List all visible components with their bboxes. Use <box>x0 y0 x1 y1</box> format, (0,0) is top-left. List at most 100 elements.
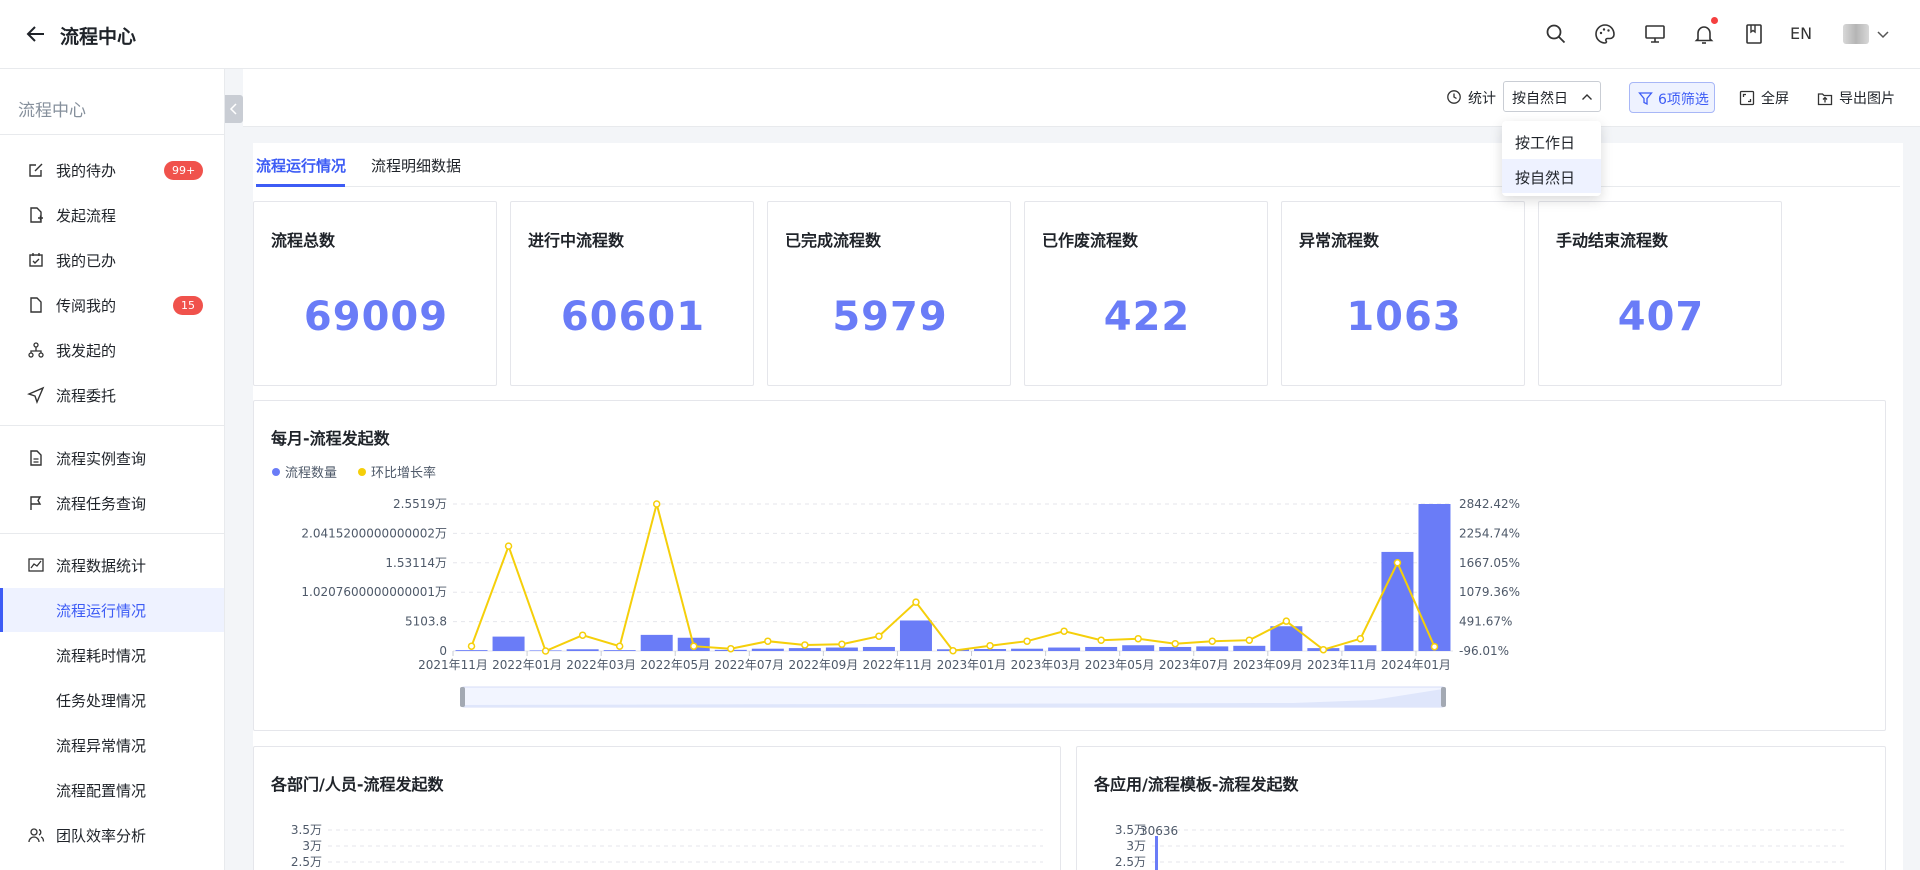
y-tick-label: 0 <box>439 644 447 658</box>
line-point <box>838 640 846 648</box>
stat-card-completed: 已完成流程数 5979 <box>767 201 1011 386</box>
divider <box>0 134 225 135</box>
book-icon[interactable] <box>1742 22 1766 46</box>
top-bar: 流程中心 EN <box>0 0 1920 69</box>
card-title: 已完成流程数 <box>785 231 882 250</box>
bar <box>455 650 488 651</box>
dropdown-option-natural-day[interactable]: 按自然日 <box>1502 159 1601 193</box>
bar <box>1418 504 1451 651</box>
y-tick-label: 2.0415200000000002万 <box>301 526 447 540</box>
sidebar-item-exceptions[interactable]: 流程异常情况 <box>0 723 224 767</box>
bar-value-label: 30636 <box>1140 824 1178 838</box>
chevron-up-icon <box>1582 94 1592 100</box>
card-value: 5979 <box>832 294 948 340</box>
bar <box>1155 836 1158 870</box>
avatar[interactable] <box>1843 24 1869 44</box>
line-point <box>1097 636 1105 644</box>
back-arrow-icon[interactable] <box>24 22 48 46</box>
y-tick-label: 3万 <box>1126 839 1146 853</box>
notification-dot <box>1711 17 1718 24</box>
filter-button[interactable]: 6项筛选 <box>1629 82 1715 113</box>
monitor-icon[interactable] <box>1643 22 1667 46</box>
dropdown-option-workday[interactable]: 按工作日 <box>1502 124 1601 158</box>
bar <box>1011 648 1044 651</box>
language-switch[interactable]: EN <box>1790 24 1812 43</box>
line-point <box>1208 637 1217 645</box>
x-tick-label: 2021年11月 <box>418 658 488 672</box>
line-point <box>467 642 476 650</box>
x-tick-label: 2023年03月 <box>1011 658 1081 672</box>
bar <box>1196 646 1229 651</box>
sidebar-item-label: 流程配置情况 <box>56 782 147 800</box>
file-add-icon <box>30 207 43 223</box>
sidebar-item-task-query[interactable]: 流程任务查询 <box>0 481 224 525</box>
bar <box>825 647 858 651</box>
filter-icon <box>1638 92 1653 106</box>
fullscreen-button[interactable]: 全屏 <box>1739 82 1794 113</box>
y2-tick-label: 2254.74% <box>1459 526 1520 540</box>
stat-period-select[interactable]: 按自然日 <box>1503 81 1601 112</box>
sidebar-item-config[interactable]: 流程配置情况 <box>0 768 224 812</box>
bar <box>1085 646 1118 651</box>
stat-card-in-progress: 进行中流程数 60601 <box>510 201 754 386</box>
y-tick-label: 2.5万 <box>291 855 322 869</box>
palette-icon[interactable] <box>1593 22 1617 46</box>
x-tick-label: 2022年07月 <box>714 658 784 672</box>
bar <box>640 634 673 651</box>
sidebar-item-delegate[interactable]: 流程委托 <box>0 373 224 417</box>
sidebar-item-label: 流程异常情况 <box>56 737 147 755</box>
sidebar-title: 流程中心 <box>18 101 86 121</box>
sidebar-item-instance-query[interactable]: 流程实例查询 <box>0 436 224 480</box>
tab-detail-data[interactable]: 流程明细数据 <box>371 155 461 176</box>
dept-chart: 3.5万 3万 2.5万 <box>291 823 1043 869</box>
line-point <box>689 642 698 650</box>
sidebar-item-my-done[interactable]: 我的已办 <box>0 238 224 282</box>
stat-card-total: 流程总数 69009 <box>253 201 497 386</box>
sidebar-item-team-efficiency[interactable]: 团队效率分析 <box>0 813 224 857</box>
tab-run-status[interactable]: 流程运行情况 <box>256 155 346 176</box>
app-chart: 3.5万 3万 2.5万 30636 <box>1115 823 1846 870</box>
export-icon <box>1817 93 1833 106</box>
divider <box>0 425 225 426</box>
sidebar-item-run-status[interactable]: 流程运行情况 <box>0 588 224 632</box>
x-tick-label: 2023年07月 <box>1159 658 1229 672</box>
bar <box>862 646 895 651</box>
divider <box>0 533 225 534</box>
line-chart-icon <box>28 558 44 572</box>
line-point <box>1023 637 1031 645</box>
y-tick-label: 2.5519万 <box>393 497 447 511</box>
sidebar-item-start-process[interactable]: 发起流程 <box>0 193 224 237</box>
sidebar-item-label: 发起流程 <box>56 207 117 225</box>
sidebar-item-my-initiated[interactable]: 我发起的 <box>0 328 224 372</box>
bell-icon[interactable] <box>1692 22 1716 46</box>
sidebar-collapse-toggle[interactable] <box>225 95 243 123</box>
line-point <box>1356 634 1365 643</box>
card-value: 69009 <box>303 294 449 340</box>
calendar-check-icon <box>29 253 43 267</box>
org-chart-icon <box>28 342 44 358</box>
bar <box>1344 645 1377 651</box>
y2-tick-label: 1079.36% <box>1459 585 1520 599</box>
y-tick-label: 1.0207600000000001万 <box>301 585 447 599</box>
export-image-button[interactable]: 导出图片 <box>1817 82 1905 113</box>
x-tick-label: 2024年01月 <box>1381 658 1451 672</box>
sidebar-item-duration[interactable]: 流程耗时情况 <box>0 633 224 677</box>
chart-title: 每月-流程发起数 <box>271 429 390 448</box>
sidebar-item-label: 流程委托 <box>56 387 117 405</box>
sidebar-item-label: 传阅我的 <box>56 297 117 315</box>
line-point <box>504 542 513 550</box>
app-title: 流程中心 <box>60 26 137 48</box>
chevron-down-icon[interactable] <box>1875 26 1891 42</box>
line-point <box>1393 559 1402 567</box>
line-point <box>1430 642 1439 651</box>
chart-title: 各部门/人员-流程发起数 <box>271 775 444 794</box>
legend-item-count[interactable]: 流程数量 <box>272 462 337 481</box>
sidebar-item-my-todo[interactable]: 我的待办 99+ <box>0 148 224 192</box>
active-tab-indicator <box>256 184 345 187</box>
legend-item-growth[interactable]: 环比增长率 <box>358 462 436 481</box>
search-icon[interactable] <box>1544 22 1568 46</box>
sidebar-item-task-handling[interactable]: 任务处理情况 <box>0 678 224 722</box>
fullscreen-icon <box>1739 90 1755 106</box>
sidebar-item-data-stats[interactable]: 流程数据统计 <box>0 543 224 587</box>
sidebar-item-cc-me[interactable]: 传阅我的 15 <box>0 283 224 327</box>
